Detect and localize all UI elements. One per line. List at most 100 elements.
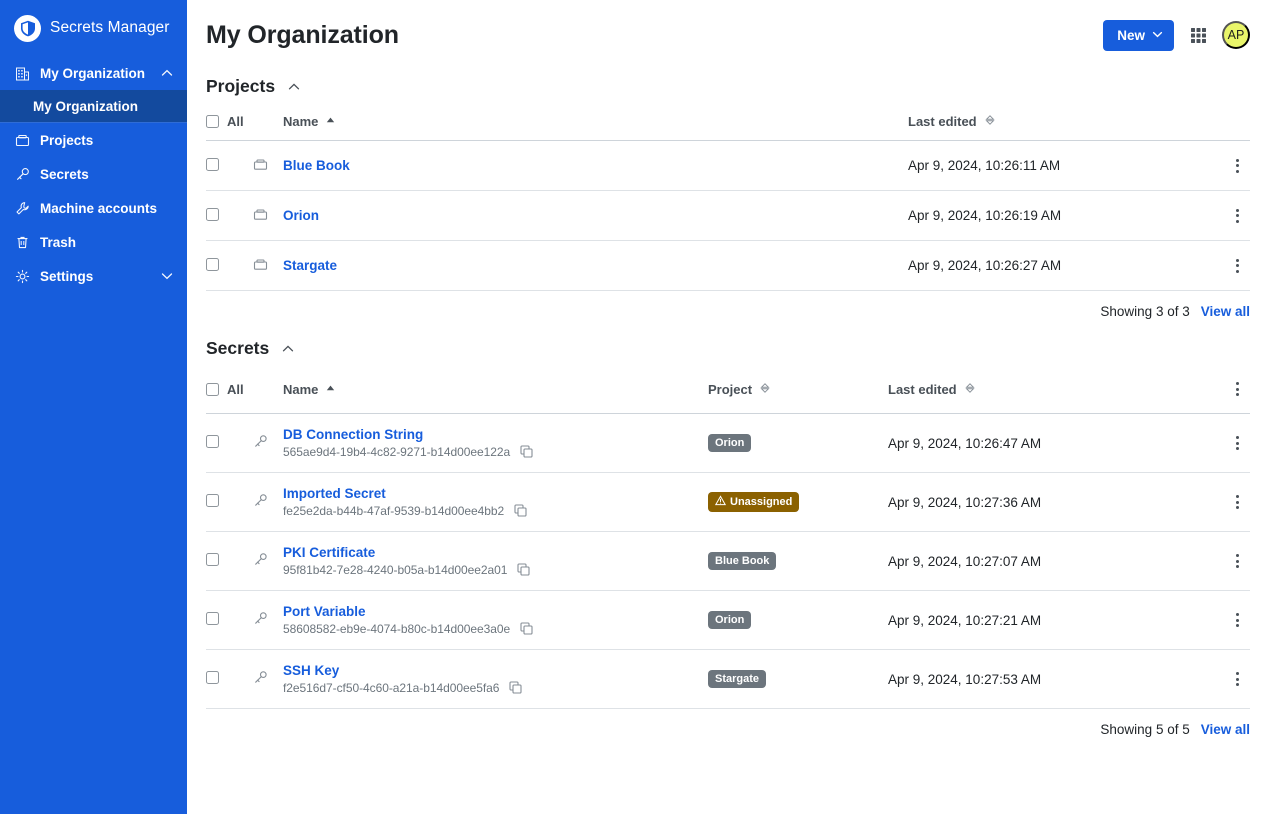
secret-link[interactable]: Port Variable bbox=[283, 604, 708, 619]
row-actions-cell bbox=[1208, 413, 1250, 473]
projects-table: All Name Last edited Blue Book Apr 9, 20… bbox=[206, 106, 1250, 291]
sidebar-item-trash[interactable]: Trash bbox=[0, 225, 187, 259]
secrets-table: All Name Project Last edited DB Connecti… bbox=[206, 368, 1250, 709]
secrets-showing-count: Showing 5 of 5 bbox=[1100, 722, 1190, 737]
table-row[interactable]: Imported Secret fe25e2da-b44b-47af-9539-… bbox=[206, 472, 1250, 532]
secret-link[interactable]: DB Connection String bbox=[283, 427, 708, 442]
secrets-table-footer: Showing 5 of 5 View all bbox=[206, 709, 1250, 737]
folder-icon bbox=[14, 132, 31, 149]
sidebar-subitem-my-organization[interactable]: My Organization bbox=[0, 90, 187, 123]
row-last-edited-cell: Apr 9, 2024, 10:27:36 AM bbox=[888, 472, 1208, 532]
grid-apps-icon[interactable] bbox=[1185, 22, 1211, 48]
sidebar-item-projects[interactable]: Projects bbox=[0, 123, 187, 157]
project-link[interactable]: Stargate bbox=[283, 258, 337, 273]
row-icon-cell bbox=[253, 649, 283, 709]
table-row[interactable]: Blue Book Apr 9, 2024, 10:26:11 AM bbox=[206, 140, 1250, 191]
sort-icon[interactable] bbox=[759, 382, 771, 397]
copy-icon[interactable] bbox=[519, 444, 534, 459]
sort-icon[interactable] bbox=[964, 382, 976, 397]
project-badge-label: Unassigned bbox=[730, 496, 793, 508]
copy-icon[interactable] bbox=[513, 503, 528, 518]
sidebar-item-my-organization[interactable]: My Organization bbox=[0, 56, 187, 90]
row-last-edited-cell: Apr 9, 2024, 10:26:47 AM bbox=[888, 413, 1208, 473]
chevron-up-icon[interactable] bbox=[160, 66, 174, 80]
sidebar-item-secrets[interactable]: Secrets bbox=[0, 157, 187, 191]
secret-link[interactable]: Imported Secret bbox=[283, 486, 708, 501]
project-link[interactable]: Blue Book bbox=[283, 158, 350, 173]
avatar[interactable]: AP bbox=[1222, 21, 1250, 49]
secrets-header-project[interactable]: Project bbox=[708, 368, 888, 414]
project-badge: Blue Book bbox=[708, 552, 777, 570]
row-icon-cell bbox=[253, 413, 283, 473]
sidebar-item-machine-accounts[interactable]: Machine accounts bbox=[0, 191, 187, 225]
sort-icon[interactable] bbox=[984, 114, 996, 129]
row-checkbox[interactable] bbox=[206, 207, 219, 221]
row-options-kebab-icon[interactable] bbox=[1224, 548, 1250, 574]
sort-ascending-icon[interactable] bbox=[325, 382, 336, 397]
select-all-projects-checkbox[interactable] bbox=[206, 115, 219, 128]
projects-header-name[interactable]: Name bbox=[283, 106, 908, 141]
table-row[interactable]: PKI Certificate 95f81b42-7e28-4240-b05a-… bbox=[206, 531, 1250, 591]
row-options-kebab-icon[interactable] bbox=[1224, 607, 1250, 633]
secrets-header-last-edited[interactable]: Last edited bbox=[888, 368, 1208, 414]
row-options-kebab-icon[interactable] bbox=[1224, 253, 1250, 279]
secrets-view-all-link[interactable]: View all bbox=[1201, 722, 1250, 737]
project-link[interactable]: Orion bbox=[283, 208, 319, 223]
secret-link[interactable]: SSH Key bbox=[283, 663, 708, 678]
row-name-cell: Port Variable 58608582-eb9e-4074-b80c-b1… bbox=[283, 590, 708, 650]
copy-icon[interactable] bbox=[519, 621, 534, 636]
key-icon bbox=[253, 671, 268, 688]
last-edited-value: Apr 9, 2024, 10:27:07 AM bbox=[888, 553, 1042, 569]
secret-id: f2e516d7-cf50-4c60-a21a-b14d00ee5fa6 bbox=[283, 680, 500, 695]
warning-triangle-icon bbox=[714, 495, 727, 509]
folder-icon bbox=[253, 158, 268, 175]
wrench-icon bbox=[14, 200, 31, 217]
row-select-cell bbox=[206, 413, 253, 473]
last-edited-value: Apr 9, 2024, 10:26:27 AM bbox=[908, 258, 1062, 273]
row-last-edited-cell: Apr 9, 2024, 10:26:19 AM bbox=[908, 190, 1208, 241]
secrets-bulk-options-kebab-icon[interactable] bbox=[1224, 376, 1250, 402]
projects-view-all-link[interactable]: View all bbox=[1201, 304, 1250, 319]
sort-ascending-icon[interactable] bbox=[325, 114, 336, 129]
new-button[interactable]: New bbox=[1103, 19, 1174, 51]
row-icon-cell bbox=[253, 590, 283, 650]
secrets-collapse-chevron-up-icon[interactable] bbox=[280, 341, 296, 357]
row-options-kebab-icon[interactable] bbox=[1224, 489, 1250, 515]
projects-header-last-edited[interactable]: Last edited bbox=[908, 106, 1208, 141]
row-last-edited-cell: Apr 9, 2024, 10:27:21 AM bbox=[888, 590, 1208, 650]
row-actions-cell bbox=[1208, 240, 1250, 291]
row-checkbox[interactable] bbox=[206, 612, 219, 625]
sidebar-item-settings[interactable]: Settings bbox=[0, 259, 187, 293]
select-all-secrets-checkbox[interactable] bbox=[206, 382, 219, 396]
row-checkbox[interactable] bbox=[206, 494, 219, 507]
secrets-table-header-row: All Name Project Last edited bbox=[206, 368, 1250, 414]
gear-icon bbox=[14, 268, 31, 285]
row-checkbox[interactable] bbox=[206, 157, 219, 171]
chevron-down-icon[interactable] bbox=[160, 269, 174, 283]
secret-link[interactable]: PKI Certificate bbox=[283, 545, 708, 560]
sidebar: Secrets Manager My Organization My Organ… bbox=[0, 0, 187, 814]
row-checkbox[interactable] bbox=[206, 553, 219, 566]
table-row[interactable]: Orion Apr 9, 2024, 10:26:19 AM bbox=[206, 190, 1250, 241]
row-options-kebab-icon[interactable] bbox=[1224, 430, 1250, 456]
projects-header-select-all: All bbox=[206, 106, 283, 141]
row-name-cell: PKI Certificate 95f81b42-7e28-4240-b05a-… bbox=[283, 531, 708, 591]
copy-icon[interactable] bbox=[516, 562, 531, 577]
chevron-down-icon bbox=[1152, 28, 1163, 43]
projects-collapse-chevron-up-icon[interactable] bbox=[286, 79, 302, 95]
table-row[interactable]: Port Variable 58608582-eb9e-4074-b80c-b1… bbox=[206, 590, 1250, 650]
row-checkbox[interactable] bbox=[206, 435, 219, 448]
secrets-header-name[interactable]: Name bbox=[283, 368, 708, 414]
row-options-kebab-icon[interactable] bbox=[1224, 203, 1250, 229]
copy-icon[interactable] bbox=[508, 680, 523, 695]
sidebar-item-label: Secrets bbox=[40, 166, 89, 182]
row-checkbox[interactable] bbox=[206, 257, 219, 271]
last-edited-value: Apr 9, 2024, 10:27:21 AM bbox=[888, 612, 1042, 628]
row-options-kebab-icon[interactable] bbox=[1224, 666, 1250, 692]
row-checkbox[interactable] bbox=[206, 671, 219, 684]
table-row[interactable]: SSH Key f2e516d7-cf50-4c60-a21a-b14d00ee… bbox=[206, 649, 1250, 709]
row-options-kebab-icon[interactable] bbox=[1224, 153, 1250, 179]
table-row[interactable]: Stargate Apr 9, 2024, 10:26:27 AM bbox=[206, 240, 1250, 291]
secrets-project-label: Project bbox=[708, 381, 753, 397]
table-row[interactable]: DB Connection String 565ae9d4-19b4-4c82-… bbox=[206, 413, 1250, 473]
